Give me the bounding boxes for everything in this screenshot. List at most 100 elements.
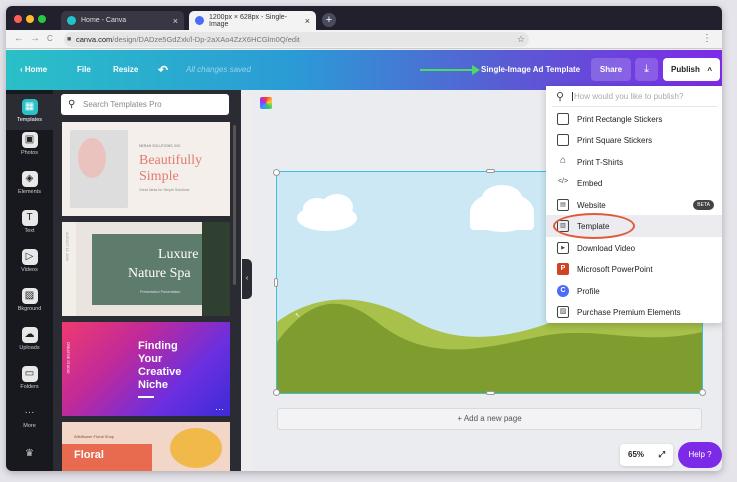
resize-handle-top[interactable] [486,169,495,173]
more-icon: ··· [24,407,35,418]
side-nav-uploads[interactable]: ☁ Uploads [6,327,53,351]
sticker-icon [557,134,569,146]
file-menu-button[interactable]: File [77,50,91,90]
undo-icon[interactable]: ↶ [158,50,168,90]
help-button[interactable]: Help ? [678,442,722,468]
zoom-level: 65% [628,450,645,459]
new-tab-button[interactable]: + [322,13,336,27]
side-nav-videos[interactable]: ▷ Videos [6,249,53,273]
resize-handle-left[interactable] [274,278,278,287]
color-palette-icon[interactable] [260,97,272,109]
url-path: /design/DADze5GdZxk/l-Dp-2aXAo4ZzX6HCGlm… [112,35,300,44]
annotation-arrow-head [472,65,480,75]
panel-scrollbar[interactable] [233,125,236,285]
publish-option-purchase-premium-elements[interactable]: ▨ Purchase Premium Elements [546,301,722,323]
browser-tab-design[interactable]: 1200px × 628px - Single-Image × [189,11,316,30]
browser-tab-bar: Home - Canva × 1200px × 628px - Single-I… [6,6,722,30]
template-text: CREATIVE STUDIO [66,342,70,374]
publish-option-label: Print Rectangle Stickers [577,114,663,124]
canva-favicon-icon [195,16,204,25]
template-thumbnail-luxure-nature-spa[interactable]: AUGUST 14, 2030 Luxure Nature Spa Presen… [62,222,230,316]
publish-option-label: Print Square Stickers [577,135,653,145]
annotation-highlight-circle [553,213,635,239]
publish-option-download-video[interactable]: ▶ Download Video [546,237,722,259]
publish-option-profile[interactable]: C Profile [546,280,722,302]
side-nav-background[interactable]: ▨ Bkground [6,288,53,312]
template-thumbnail-beautifully-simple[interactable]: NERAH SOLUTIONS, INC. Beautifully Simple… [62,122,230,216]
videos-icon: ▷ [21,249,38,265]
side-nav-more[interactable]: ··· More [6,405,53,429]
publish-option-website[interactable]: ▤ Website BETA [546,194,722,216]
resize-handle-top-left[interactable] [273,169,280,176]
close-tab-icon[interactable]: × [173,16,178,26]
publish-search-input[interactable]: ⚲ How would you like to publish? [552,87,717,107]
side-nav: ▦ Templates ▣ Photos ◈ Elements T Text ▷… [6,90,53,471]
side-nav-folders[interactable]: ▭ Folders [6,366,53,390]
share-button[interactable]: Share [591,58,631,81]
photos-icon: ▣ [21,132,38,148]
template-text: AUGUST 14, 2030 [65,232,69,262]
cursor-icon: ↖ [295,313,300,319]
zoom-control[interactable]: 65% ⤢ [620,444,673,466]
browser-window: Home - Canva × 1200px × 628px - Single-I… [6,6,722,471]
resize-button[interactable]: Resize [113,50,138,90]
side-nav-photos[interactable]: ▣ Photos [6,132,53,156]
resize-handle-bottom[interactable] [486,391,495,395]
publish-search-placeholder: How would you like to publish? [572,92,684,101]
forward-icon[interactable]: → [30,33,40,44]
side-nav-elements[interactable]: ◈ Elements [6,171,53,195]
resize-handle-bottom-right[interactable] [699,389,706,396]
sticker-icon [557,113,569,125]
minimize-window-button[interactable] [26,15,34,23]
design-title[interactable]: Single-Image Ad Template [481,50,580,90]
download-icon[interactable]: ⤓ [635,58,658,81]
template-text: Great Ideas for Simple Solutions [139,188,190,192]
browser-tab-home[interactable]: Home - Canva × [61,11,184,30]
publish-option-microsoft-powerpoint[interactable]: P Microsoft PowerPoint [546,258,722,280]
collapse-panel-button[interactable]: ‹ [242,259,252,299]
publish-option-embed[interactable]: </> Embed [546,172,722,194]
template-divider [138,396,154,398]
template-thumbnail-floral[interactable]: Wildflower Floral Shop Floral [62,422,230,471]
template-more-icon[interactable]: ··· [215,404,224,414]
side-nav-premium[interactable]: ♛ [6,446,53,464]
publish-button[interactable]: Publish ^ [663,58,720,81]
template-text: Presentation Presentation [140,290,181,294]
chevron-up-icon: ^ [707,66,712,75]
url-field[interactable]: ■ canva.com/design/DADze5GdZxk/l-Dp-2aXA… [64,32,529,47]
publish-option-print-t-shirts[interactable]: ⌂ Print T-Shirts [546,151,722,173]
close-tab-icon[interactable]: × [305,16,310,26]
template-search-input[interactable]: ⚲ Search Templates Pro [61,94,229,115]
template-leaves [202,222,230,316]
address-bar-row: ← → C ■ canva.com/design/DADze5GdZxk/l-D… [6,30,722,49]
maximize-window-button[interactable] [38,15,46,23]
image-icon: ▨ [557,306,569,318]
profile-icon: C [557,285,569,297]
template-text: Creative [138,366,182,378]
publish-option-print-square-stickers[interactable]: Print Square Stickers [546,129,722,151]
side-nav-templates[interactable]: ▦ Templates [6,94,53,130]
publish-option-label: Print T-Shirts [577,157,624,167]
side-nav-text[interactable]: T Text [6,210,53,234]
publish-option-print-rectangle-stickers[interactable]: Print Rectangle Stickers [546,108,722,130]
template-text: Beautifully [139,153,202,168]
video-icon: ▶ [557,242,569,254]
tshirt-icon: ⌂ [559,155,567,166]
close-window-button[interactable] [14,15,22,23]
publish-menu: ⚲ How would you like to publish? Print R… [546,86,722,323]
home-button[interactable]: ‹ Home [20,50,47,90]
template-thumbnail-finding-your-creative-niche[interactable]: CREATIVE STUDIO Finding Your Creative Ni… [62,322,230,416]
resize-handle-bottom-left[interactable] [273,389,280,396]
add-page-button[interactable]: + Add a new page [277,408,702,430]
bookmark-star-icon[interactable]: ☆ [517,32,525,47]
reload-icon[interactable]: C [47,34,53,43]
background-icon: ▨ [21,288,38,304]
back-icon[interactable]: ← [14,33,24,44]
template-text: Luxure [158,247,199,262]
expand-icon[interactable]: ⤢ [659,444,665,466]
publish-option-label: Microsoft PowerPoint [577,264,653,274]
browser-menu-icon[interactable]: ⋮ [702,33,712,44]
url-host: canva.com [76,35,113,44]
search-placeholder: Search Templates Pro [83,100,162,109]
side-nav-label: Uploads [19,345,40,351]
